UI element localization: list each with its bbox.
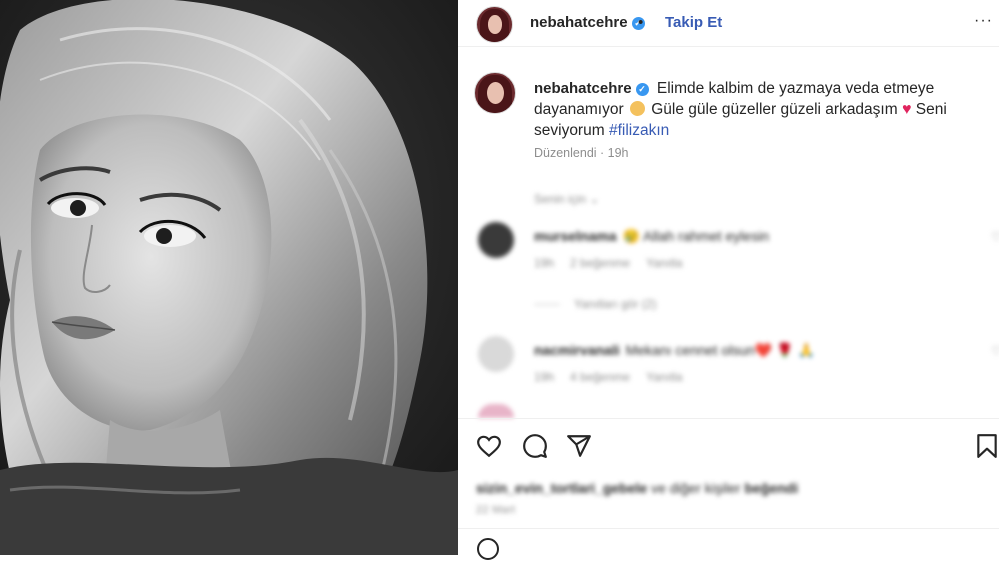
caption-part2: Güle güle güzeller güzeli arkadaşım xyxy=(651,101,898,118)
see-translation[interactable]: Senin için ⌄ xyxy=(534,192,599,206)
add-comment-bar xyxy=(458,528,999,560)
heart-icon[interactable] xyxy=(476,433,502,459)
post-side-panel: nebahatcehre ✓ • Takip Et ··· nebahatcehr… xyxy=(458,0,999,560)
separator-dot: • xyxy=(638,14,644,31)
comment-text: Mekanı cennet olsun❤️ 🌹 🙏 xyxy=(625,342,815,358)
verified-icon: ✓ xyxy=(635,83,649,96)
comment-avatar[interactable] xyxy=(478,404,514,418)
post-header: nebahatcehre ✓ • Takip Et ··· xyxy=(458,0,999,47)
hashtag-link[interactable]: #filizakın xyxy=(609,122,669,139)
post-date: 22 Mart xyxy=(476,504,516,516)
comment-username[interactable]: nacmirvanali Mekanı cennet olsun❤️ 🌹 🙏 xyxy=(534,342,815,359)
share-icon[interactable] xyxy=(566,433,592,459)
heart-emoji-icon: ♥ xyxy=(901,101,912,118)
comment-meta: 19h 4 beğenme Yanıtla xyxy=(534,370,683,384)
comment-avatar[interactable] xyxy=(478,222,514,258)
post-photo xyxy=(0,0,458,555)
caption-meta: Düzenlendi · 19h xyxy=(534,146,629,160)
comment-username[interactable]: murselnama 😢 Allah rahmet eylesin xyxy=(534,228,769,245)
edited-label: Düzenlendi xyxy=(534,146,597,160)
reply-button[interactable]: Yanıtla xyxy=(646,256,682,270)
caption-avatar[interactable] xyxy=(474,72,516,114)
bookmark-icon[interactable] xyxy=(974,433,999,459)
liker-username[interactable]: sizin_evin_tortlari_gebele xyxy=(476,480,647,496)
caption-time: 19h xyxy=(607,146,629,160)
caption-username[interactable]: nebahatcehre ✓ xyxy=(534,80,649,97)
comment-meta: 19h 2 beğenme Yanıtla xyxy=(534,256,683,270)
more-icon[interactable]: ··· xyxy=(974,12,993,30)
comment-icon[interactable] xyxy=(522,433,548,459)
likes-summary: sizin_evin_tortlari_gebele ve diğer kişi… xyxy=(476,480,799,496)
comment-like-icon[interactable]: ♡ xyxy=(991,230,999,244)
comment-text: 😢 Allah rahmet eylesin xyxy=(622,228,770,244)
comment-avatar[interactable] xyxy=(478,336,514,372)
emoji-icon xyxy=(629,101,645,116)
view-replies-button[interactable]: Yanıtları gör (2) xyxy=(534,297,656,311)
follow-button[interactable]: Takip Et xyxy=(665,14,722,31)
caption-text: nebahatcehre ✓ Elimde kalbim de yazmaya v… xyxy=(534,78,974,141)
author-avatar[interactable] xyxy=(476,6,513,43)
reply-button[interactable]: Yanıtla xyxy=(646,370,682,384)
author-username[interactable]: nebahatcehre ✓ xyxy=(530,14,645,31)
emoji-icon[interactable] xyxy=(476,537,500,561)
comment-like-icon[interactable]: ♡ xyxy=(991,344,999,358)
post-actions xyxy=(458,418,999,473)
